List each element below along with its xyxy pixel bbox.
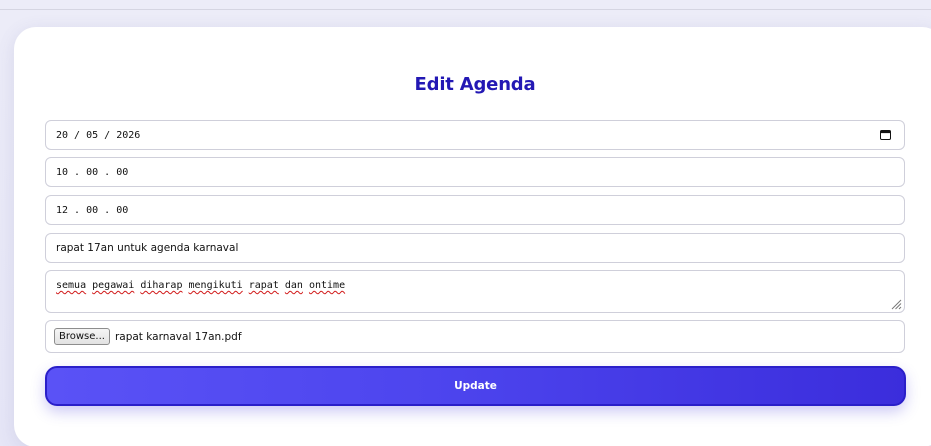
date-value: 20 / 05 / 2026 xyxy=(56,129,141,141)
date-input[interactable]: 20 / 05 / 2026 xyxy=(45,120,905,150)
description-word: semua xyxy=(56,280,87,291)
selected-file-name: rapat karnaval 17an.pdf xyxy=(114,330,242,343)
description-word: pegawai xyxy=(92,280,135,291)
description-word: dan xyxy=(284,280,303,291)
description-word: mengikuti xyxy=(188,280,243,291)
description-word: rapat xyxy=(248,280,279,291)
description-value: semua pegawai diharap mengikuti rapat da… xyxy=(56,280,345,291)
update-button[interactable]: Update xyxy=(45,366,906,406)
end-time-value: 12 . 00 . 00 xyxy=(56,204,129,216)
description-word: ontime xyxy=(308,280,346,291)
page-title: Edit Agenda xyxy=(414,74,536,95)
agenda-title-value: rapat 17an untuk agenda karnaval xyxy=(56,242,239,254)
end-time-input[interactable]: 12 . 00 . 00 xyxy=(45,195,905,225)
description-textarea[interactable]: semua pegawai diharap mengikuti rapat da… xyxy=(45,270,905,313)
calendar-icon[interactable] xyxy=(880,130,891,140)
browse-button[interactable]: Browse... xyxy=(54,328,110,345)
agenda-title-input[interactable]: rapat 17an untuk agenda karnaval xyxy=(45,233,905,263)
file-input[interactable]: Browse... rapat karnaval 17an.pdf xyxy=(45,320,905,353)
top-divider xyxy=(0,9,931,10)
start-time-value: 10 . 00 . 00 xyxy=(56,166,129,178)
description-word: diharap xyxy=(140,280,183,291)
start-time-input[interactable]: 10 . 00 . 00 xyxy=(45,157,905,187)
resize-grip-icon[interactable] xyxy=(890,298,902,310)
